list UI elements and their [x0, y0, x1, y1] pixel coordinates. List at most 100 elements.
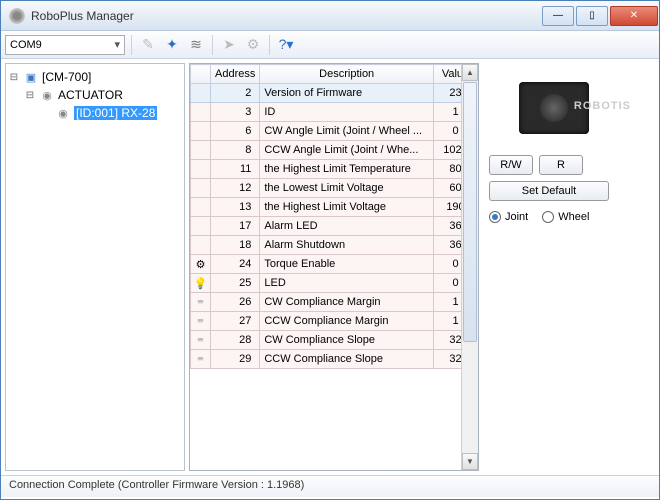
cell-description: Alarm Shutdown: [260, 236, 434, 255]
row-icon: [191, 103, 211, 122]
connect-icon[interactable]: ✎: [138, 35, 158, 55]
table-row[interactable]: ⚙24Torque Enable0: [191, 255, 478, 274]
cell-address: 11: [211, 160, 260, 179]
row-icon: [191, 141, 211, 160]
cell-address: 12: [211, 179, 260, 198]
cell-description: CCW Compliance Margin: [260, 312, 434, 331]
minimize-button[interactable]: —: [542, 6, 574, 26]
maximize-button[interactable]: ▯: [576, 6, 608, 26]
row-icon: ≡: [191, 350, 211, 369]
table-row[interactable]: 17Alarm LED36: [191, 217, 478, 236]
tree-actuator-label: ACTUATOR: [58, 88, 123, 102]
device-tree[interactable]: ⊟ ▣ [CM-700] ⊟ ◉ ACTUATOR ◉ [ID:001] RX-…: [5, 63, 185, 471]
row-icon: ⚙: [191, 255, 211, 274]
row-icon: ≡: [191, 331, 211, 350]
help-icon[interactable]: ?▾: [276, 35, 296, 55]
r-button[interactable]: R: [539, 155, 583, 175]
app-icon: [9, 8, 25, 24]
wheel-radio[interactable]: Wheel: [542, 211, 589, 223]
table-row[interactable]: 8CCW Angle Limit (Joint / Whe...1023: [191, 141, 478, 160]
cell-description: CCW Compliance Slope: [260, 350, 434, 369]
row-icon: [191, 160, 211, 179]
cell-address: 25: [211, 274, 260, 293]
table-row[interactable]: 6CW Angle Limit (Joint / Wheel ...0: [191, 122, 478, 141]
register-table: Address Description Value 2Version of Fi…: [189, 63, 479, 471]
cell-address: 24: [211, 255, 260, 274]
cell-description: ID: [260, 103, 434, 122]
row-icon: [191, 217, 211, 236]
table-row[interactable]: ≡29CCW Compliance Slope32: [191, 350, 478, 369]
joint-radio[interactable]: Joint: [489, 211, 528, 223]
status-text: Connection Complete (Controller Firmware…: [9, 479, 304, 491]
table-row[interactable]: 3ID1: [191, 103, 478, 122]
row-icon: [191, 236, 211, 255]
scroll-thumb[interactable]: [463, 82, 477, 342]
cell-address: 18: [211, 236, 260, 255]
window-title: RoboPlus Manager: [31, 9, 541, 23]
cell-description: CW Compliance Margin: [260, 293, 434, 312]
table-row[interactable]: ≡27CCW Compliance Margin1: [191, 312, 478, 331]
titlebar: RoboPlus Manager — ▯ ✕: [1, 1, 659, 31]
radio-dot-icon: [542, 211, 554, 223]
scroll-down-icon[interactable]: ▼: [462, 453, 478, 470]
cell-address: 6: [211, 122, 260, 141]
table-row[interactable]: 12the Lowest Limit Voltage60: [191, 179, 478, 198]
vertical-scrollbar[interactable]: ▲ ▼: [461, 64, 478, 470]
tree-device-label: [ID:001] RX-28: [74, 106, 157, 120]
set-default-button[interactable]: Set Default: [489, 181, 609, 201]
tree-actuator[interactable]: ⊟ ◉ ACTUATOR: [8, 86, 182, 104]
collapse-icon[interactable]: ⊟: [8, 72, 20, 83]
product-image: ROBOTIS: [489, 69, 619, 147]
cell-description: Torque Enable: [260, 255, 434, 274]
row-icon: 💡: [191, 274, 211, 293]
scroll-up-icon[interactable]: ▲: [462, 64, 478, 81]
close-button[interactable]: ✕: [610, 6, 658, 26]
product-logo: ROBOTIS: [574, 100, 631, 112]
cell-description: Alarm LED: [260, 217, 434, 236]
cell-description: CW Angle Limit (Joint / Wheel ...: [260, 122, 434, 141]
port-value: COM9: [10, 39, 42, 51]
rw-button[interactable]: R/W: [489, 155, 533, 175]
table-row[interactable]: ≡26CW Compliance Margin1: [191, 293, 478, 312]
cell-address: 29: [211, 350, 260, 369]
row-icon: [191, 198, 211, 217]
cell-description: the Lowest Limit Voltage: [260, 179, 434, 198]
table-row[interactable]: 18Alarm Shutdown36: [191, 236, 478, 255]
table-row[interactable]: ≡28CW Compliance Slope32: [191, 331, 478, 350]
cell-address: 28: [211, 331, 260, 350]
table-row[interactable]: 2Version of Firmware23: [191, 84, 478, 103]
joint-label: Joint: [505, 211, 528, 223]
row-icon: [191, 179, 211, 198]
cell-description: Version of Firmware: [260, 84, 434, 103]
port-combo[interactable]: COM9: [5, 35, 125, 55]
row-icon: [191, 122, 211, 141]
col-description[interactable]: Description: [260, 65, 434, 84]
col-address[interactable]: Address: [211, 65, 260, 84]
cell-description: the Highest Limit Voltage: [260, 198, 434, 217]
table-row[interactable]: 11the Highest Limit Temperature80: [191, 160, 478, 179]
cell-address: 13: [211, 198, 260, 217]
row-icon: [191, 84, 211, 103]
table-row[interactable]: 💡25LED0: [191, 274, 478, 293]
tool2-icon[interactable]: ≋: [186, 35, 206, 55]
device-icon: ◉: [39, 88, 55, 102]
cell-description: CW Compliance Slope: [260, 331, 434, 350]
device-icon: ◉: [55, 106, 71, 120]
table-row[interactable]: 13the Highest Limit Voltage190: [191, 198, 478, 217]
detail-panel: ROBOTIS R/W R Set Default Joint Wheel: [479, 63, 659, 471]
row-icon: ≡: [191, 293, 211, 312]
cell-address: 27: [211, 312, 260, 331]
cell-address: 17: [211, 217, 260, 236]
tree-root[interactable]: ⊟ ▣ [CM-700]: [8, 68, 182, 86]
cell-address: 26: [211, 293, 260, 312]
tree-device[interactable]: ◉ [ID:001] RX-28: [8, 104, 182, 122]
tool4-icon[interactable]: ⚙: [243, 35, 263, 55]
radio-dot-icon: [489, 211, 501, 223]
tool1-icon[interactable]: ✦: [162, 35, 182, 55]
tree-root-label: [CM-700]: [42, 70, 91, 84]
tool3-icon[interactable]: ➤: [219, 35, 239, 55]
wheel-label: Wheel: [558, 211, 589, 223]
cell-address: 8: [211, 141, 260, 160]
cell-description: CCW Angle Limit (Joint / Whe...: [260, 141, 434, 160]
collapse-icon[interactable]: ⊟: [24, 90, 36, 101]
